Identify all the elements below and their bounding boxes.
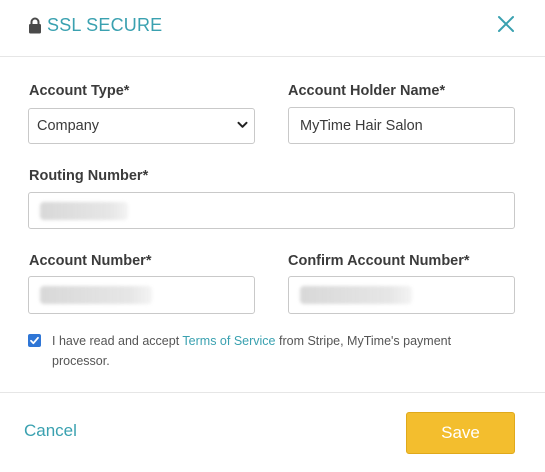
close-button[interactable] [496,14,516,34]
account-holder-name-input[interactable]: MyTime Hair Salon [288,107,515,144]
modal-header: SSL SECURE [0,0,545,57]
chevron-down-icon [237,121,248,128]
redacted-account-number [40,286,152,304]
account-number-input[interactable] [28,276,255,314]
bank-account-modal: SSL SECURE Account Type* Company Account… [0,0,545,472]
terms-of-service-link[interactable]: Terms of Service [182,334,275,348]
confirm-account-number-label: Confirm Account Number* [288,253,470,269]
save-button[interactable]: Save [406,412,515,454]
account-number-label: Account Number* [29,253,152,269]
close-icon [498,16,514,32]
redacted-routing-number [40,202,128,220]
lock-icon [28,17,42,34]
routing-number-input[interactable] [28,192,515,229]
checkmark-icon [30,336,39,345]
account-type-selected-value: Company [37,118,100,134]
account-holder-name-value: MyTime Hair Salon [300,117,423,134]
routing-number-label: Routing Number* [29,168,149,184]
account-type-label: Account Type* [29,83,130,99]
redacted-confirm-account-number [300,286,412,304]
terms-checkbox[interactable] [28,334,41,347]
footer-divider [0,392,545,393]
ssl-secure-badge: SSL SECURE [28,13,162,37]
account-type-select[interactable]: Company [28,108,255,144]
save-button-label: Save [441,423,480,442]
account-holder-name-label: Account Holder Name* [288,83,446,99]
ssl-secure-label: SSL SECURE [47,14,163,35]
terms-statement: I have read and accept Terms of Service … [52,331,492,371]
confirm-account-number-input[interactable] [288,276,515,314]
terms-prefix: I have read and accept [52,334,183,348]
cancel-button[interactable]: Cancel [24,421,77,441]
